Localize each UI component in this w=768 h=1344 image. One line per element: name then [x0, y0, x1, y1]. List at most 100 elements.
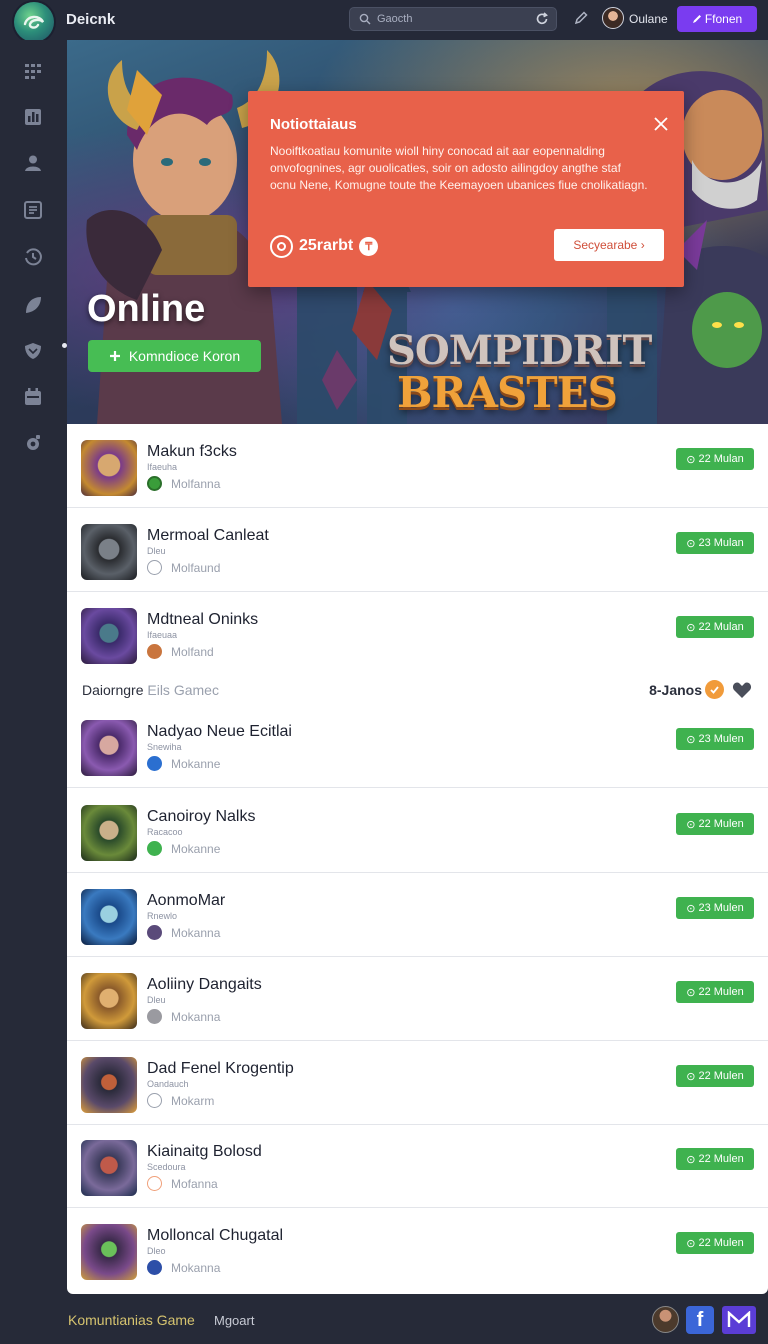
- sidebar-item-stats[interactable]: [22, 106, 46, 130]
- list-item[interactable]: Dad Fenel Krogentip Oandauch Mokarm ⊙ 22 …: [67, 1041, 768, 1125]
- sidebar-item-security[interactable]: [22, 340, 46, 364]
- heart-icon[interactable]: [732, 681, 752, 699]
- sidebar-item-explore[interactable]: [22, 294, 46, 318]
- notification-stat: 25rarbt ₸: [270, 234, 379, 258]
- game-title[interactable]: Aoliiny Dangaits: [147, 976, 262, 994]
- check-icon[interactable]: [705, 680, 724, 699]
- players-badge[interactable]: ⊙ 22 Mulan: [676, 448, 754, 470]
- players-badge[interactable]: ⊙ 23 Mulen: [676, 897, 754, 919]
- sidebar-item-settings[interactable]: [22, 432, 46, 456]
- section-title-muted: Eils Gamec: [143, 682, 219, 698]
- list-item[interactable]: Canoiroy Nalks Racacoo Mokanne ⊙ 22 Mulen: [67, 789, 768, 873]
- game-meta: Mofanna: [147, 1176, 218, 1191]
- game-title[interactable]: Molloncal Chugatal: [147, 1227, 283, 1245]
- notification-action-button[interactable]: Secyearabe ›: [554, 229, 664, 261]
- list-item[interactable]: Kiainaitg Bolosd Scedoura Mofanna ⊙ 22 Mu…: [67, 1124, 768, 1208]
- players-badge[interactable]: ⊙ 22 Mulen: [676, 1232, 754, 1254]
- online-icon: ⊙: [686, 537, 696, 550]
- community-icon: [147, 1093, 162, 1108]
- players-badge[interactable]: ⊙ 22 Mulen: [676, 813, 754, 835]
- game-title[interactable]: Nadyao Neue Ecitlai: [147, 723, 292, 741]
- game-meta: Mokanna: [147, 925, 220, 940]
- hero-join-label: Komndioce Koron: [128, 348, 241, 364]
- game-thumbnail: [81, 973, 137, 1029]
- wordmark-line-1: SOMPIDRIT: [387, 327, 652, 374]
- game-meta: Molfaund: [147, 560, 220, 575]
- game-thumbnail: [81, 440, 137, 496]
- user-icon: [25, 155, 41, 171]
- user-avatar[interactable]: [602, 7, 624, 29]
- game-title[interactable]: Mermoal Canleat: [147, 527, 269, 545]
- sidebar-item-history[interactable]: [22, 246, 46, 270]
- players-badge-label: 23 Mulen: [698, 733, 744, 745]
- user-name[interactable]: Oulane: [629, 12, 668, 26]
- players-badge[interactable]: ⊙ 23 Mulen: [676, 728, 754, 750]
- refresh-icon[interactable]: [534, 11, 550, 27]
- footer-brand[interactable]: Komuntianias Game: [68, 1312, 195, 1328]
- game-subtitle: Oandauch: [147, 1079, 189, 1089]
- game-meta: Mokanne: [147, 841, 220, 856]
- game-subtitle: Dleu: [147, 546, 166, 556]
- search-input[interactable]: Gaocth: [377, 13, 412, 25]
- game-title[interactable]: Kiainaitg Bolosd: [147, 1143, 262, 1161]
- list-item[interactable]: Makun f3cks Ifaeuha Molfanna ⊙ 22 Mulan: [67, 424, 768, 508]
- game-meta: Mokanne: [147, 756, 220, 771]
- sidebar-item-calendar[interactable]: [22, 386, 46, 410]
- footer-avatar[interactable]: [652, 1306, 679, 1333]
- notification-body: Nooiftkoatiau komunite wioll hiny conoca…: [270, 144, 648, 192]
- game-title[interactable]: Canoiroy Nalks: [147, 808, 255, 826]
- game-thumbnail: [81, 1140, 137, 1196]
- document-icon: [24, 201, 42, 219]
- notification-card: Notiottaiaus Nooiftkoatiau komunite wiol…: [248, 91, 684, 287]
- game-meta-text: Molfaund: [171, 560, 221, 575]
- list-item[interactable]: Molloncal Chugatal Dleo Mokanna ⊙ 22 Mule…: [67, 1208, 768, 1292]
- pencil-icon: [692, 15, 701, 23]
- calendar-icon: [25, 388, 41, 405]
- game-meta-text: Mokanna: [171, 1260, 221, 1275]
- list-item[interactable]: Aoliiny Dangaits Dleu Mokanna ⊙ 22 Mulen: [67, 957, 768, 1041]
- footer-link[interactable]: Mgoart: [214, 1313, 254, 1328]
- game-title[interactable]: Dad Fenel Krogentip: [147, 1060, 294, 1078]
- top-bar: Deicnk Gaocth Oulane Ffonen: [0, 0, 768, 42]
- primary-cta-label: Ffonen: [704, 12, 743, 26]
- facebook-icon[interactable]: f: [686, 1306, 714, 1334]
- target-icon: [270, 234, 293, 258]
- mail-icon[interactable]: [722, 1306, 756, 1334]
- pen-icon[interactable]: [573, 10, 589, 26]
- list-item[interactable]: Mdtneal Oninks Ifaeuaa Molfand ⊙ 22 Mulan: [67, 592, 768, 676]
- online-icon: ⊙: [686, 621, 696, 634]
- players-badge-label: 22 Mulan: [698, 453, 744, 465]
- players-badge-label: 22 Mulan: [698, 621, 744, 633]
- players-badge[interactable]: ⊙ 22 Mulen: [676, 981, 754, 1003]
- players-badge[interactable]: ⊙ 23 Mulan: [676, 532, 754, 554]
- hero-join-button[interactable]: Komndioce Koron: [88, 340, 261, 372]
- primary-cta-button[interactable]: Ffonen: [677, 6, 757, 32]
- sidebar-item-grid[interactable]: [22, 60, 46, 84]
- footer: Komuntianias Game Mgoart f: [0, 1296, 768, 1344]
- game-title[interactable]: Mdtneal Oninks: [147, 611, 258, 629]
- game-thumbnail: [81, 1057, 137, 1113]
- list-item[interactable]: AonmoMar Rnewlo Mokanna ⊙ 23 Mulen: [67, 873, 768, 957]
- search-bar[interactable]: Gaocth: [349, 7, 557, 31]
- close-icon[interactable]: [652, 115, 670, 133]
- sidebar-item-profile[interactable]: [22, 152, 46, 176]
- game-meta-text: Mofanna: [171, 1176, 218, 1191]
- game-list-panel: Makun f3cks Ifaeuha Molfanna ⊙ 22 Mulan M…: [67, 424, 768, 1294]
- sidebar-item-documents[interactable]: [22, 199, 46, 223]
- game-subtitle: Ifaeuaa: [147, 630, 178, 640]
- list-item[interactable]: Nadyao Neue Ecitlai Snewiha Mokanne ⊙ 23 …: [67, 704, 768, 788]
- players-badge[interactable]: ⊙ 22 Mulan: [676, 616, 754, 638]
- community-icon: [147, 560, 162, 575]
- players-badge[interactable]: ⊙ 22 Mulen: [676, 1065, 754, 1087]
- online-icon: ⊙: [686, 733, 696, 746]
- players-badge[interactable]: ⊙ 22 Mulen: [676, 1148, 754, 1170]
- history-icon: [25, 248, 42, 266]
- players-badge-label: 22 Mulen: [698, 1153, 744, 1165]
- game-title[interactable]: Makun f3cks: [147, 443, 237, 461]
- list-item[interactable]: Mermoal Canleat Dleu Molfaund ⊙ 23 Mulan: [67, 508, 768, 592]
- game-thumbnail: [81, 608, 137, 664]
- game-meta: Molfand: [147, 644, 214, 659]
- game-title[interactable]: AonmoMar: [147, 892, 225, 910]
- players-badge-label: 22 Mulen: [698, 1070, 744, 1082]
- app-logo-icon[interactable]: [14, 2, 54, 42]
